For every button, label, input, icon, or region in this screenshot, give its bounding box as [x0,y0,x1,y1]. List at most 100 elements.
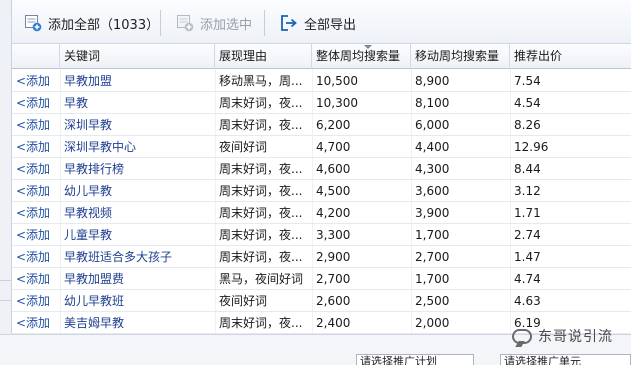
table-row: <添加 早教排行榜 周末好词，夜... 4,600 4,300 8.44 [12,158,631,180]
add-selected-icon [177,15,194,32]
table-row: <添加 深圳早教中心 夜间好词 4,700 4,400 12.96 [12,136,631,158]
export-all-label: 全部导出 [304,17,357,33]
add-keyword-link[interactable]: <添加 [16,202,60,224]
mobile-volume-cell: 2,500 [415,294,450,308]
column-header-action [12,44,60,69]
add-keyword-link[interactable]: <添加 [16,180,60,202]
chat-bubble-icon [512,328,532,344]
keyword-cell: 幼儿早教 [64,184,113,198]
reason-cell: 周末好词，夜... [219,96,303,110]
reason-cell: 移动黑马，周... [219,74,303,88]
reason-cell: 周末好词，夜... [219,228,303,242]
total-volume-cell: 6,200 [316,118,351,132]
total-volume-cell: 4,200 [316,206,351,220]
bid-cell: 12.96 [514,140,549,154]
total-volume-cell: 2,900 [316,250,351,264]
keyword-cell: 儿童早教 [64,228,113,242]
bid-cell: 4.54 [514,96,541,110]
keyword-cell: 深圳早教 [64,118,113,132]
add-keyword-link[interactable]: <添加 [16,312,60,334]
add-keyword-link[interactable]: <添加 [16,158,60,180]
reason-cell: 周末好词，夜... [219,206,303,220]
table-row: <添加 早教加盟费 黑马，夜间好词 2,700 1,700 4.74 [12,268,631,290]
toolbar-separator [160,10,161,36]
mobile-volume-cell: 3,900 [415,206,450,220]
add-keyword-link[interactable]: <添加 [16,114,60,136]
bid-cell: 3.12 [514,184,541,198]
mobile-volume-cell: 6,000 [415,118,450,132]
add-keyword-link[interactable]: <添加 [16,70,60,92]
total-volume-cell: 10,300 [316,96,358,110]
keyword-cell: 深圳早教中心 [64,140,137,154]
export-icon [281,15,297,31]
toolbar: 添加全部（1033） 添加选中 全部导出 [12,0,631,44]
mobile-volume-cell: 8,900 [415,74,450,88]
reason-cell: 黑马，夜间好词 [219,272,304,286]
add-keyword-link[interactable]: <添加 [16,92,60,114]
keyword-cell: 早教排行榜 [64,162,125,176]
add-keyword-link[interactable]: <添加 [16,136,60,158]
bid-cell: 7.54 [514,74,541,88]
toolbar-separator [264,10,265,36]
add-all-button[interactable]: 添加全部（1033） [18,10,165,36]
add-keyword-link[interactable]: <添加 [16,290,60,312]
reason-cell: 周末好词，夜... [219,250,303,264]
bid-cell: 1.47 [514,250,541,264]
column-header-mobile-volume[interactable]: 移动周均搜索量 [411,44,510,69]
add-keyword-link[interactable]: <添加 [16,246,60,268]
reason-cell: 周末好词，夜... [219,316,303,330]
keyword-cell: 幼儿早教班 [64,294,125,308]
table-row: <添加 早教班适合多大孩子 周末好词，夜... 2,900 2,700 1.47 [12,246,631,268]
bid-cell: 8.26 [514,118,541,132]
mobile-volume-cell: 8,100 [415,96,450,110]
add-selected-label: 添加选中 [200,17,253,33]
keyword-cell: 早教 [64,96,89,110]
table-row: <添加 儿童早教 周末好词，夜... 3,300 1,700 2.74 [12,224,631,246]
column-header-bid[interactable]: 推荐出价 [510,44,631,69]
total-volume-cell: 2,600 [316,294,351,308]
total-volume-cell: 2,400 [316,316,351,330]
mobile-volume-cell: 2,700 [415,250,450,264]
table-row: <添加 早教 周末好词，夜... 10,300 8,100 4.54 [12,92,631,114]
total-volume-cell: 4,600 [316,162,351,176]
bid-cell: 1.71 [514,206,541,220]
keyword-cell: 早教视频 [64,206,113,220]
adgroup-select[interactable]: 请选择推广单元 [500,354,631,365]
mobile-volume-cell: 2,000 [415,316,450,330]
left-panel-divider [0,280,12,281]
total-volume-cell: 4,500 [316,184,351,198]
keyword-cell: 早教加盟 [64,74,113,88]
add-keyword-link[interactable]: <添加 [16,224,60,246]
watermark: 东哥说引流 [512,326,613,346]
column-header-total-volume[interactable]: 整体周均搜索量 [312,44,411,69]
keyword-cell: 早教班适合多大孩子 [64,250,173,264]
keyword-cell: 美吉姆早教 [64,316,125,330]
table-row: <添加 幼儿早教 周末好词，夜... 4,500 3,600 3.12 [12,180,631,202]
table-row: <添加 早教视频 周末好词，夜... 4,200 3,900 1.71 [12,202,631,224]
reason-cell: 周末好词，夜... [219,162,303,176]
add-keyword-link[interactable]: <添加 [16,268,60,290]
column-header-reason[interactable]: 展现理由 [215,44,312,69]
export-all-button[interactable]: 全部导出 [274,10,362,36]
add-all-label: 添加全部（1033） [48,17,160,33]
table-row: <添加 幼儿早教班 夜间好词 2,600 2,500 4.63 [12,290,631,312]
bid-cell: 4.63 [514,294,541,308]
table-row: <添加 早教加盟 移动黑马，周... 10,500 8,900 7.54 [12,70,631,92]
reason-cell: 夜间好词 [219,140,268,154]
bid-cell: 2.74 [514,228,541,242]
add-all-icon [25,15,42,32]
add-selected-button[interactable]: 添加选中 [170,10,258,36]
table-header: 关键词 展现理由 整体周均搜索量 移动周均搜索量 推荐出价 [12,44,631,69]
total-volume-cell: 4,700 [316,140,351,154]
mobile-volume-cell: 1,700 [415,272,450,286]
left-panel-edge [0,0,12,365]
mobile-volume-cell: 3,600 [415,184,450,198]
total-volume-cell: 2,700 [316,272,351,286]
sort-descending-icon [364,45,372,49]
campaign-select[interactable]: 请选择推广计划 [356,354,474,365]
column-header-keyword[interactable]: 关键词 [60,44,215,69]
mobile-volume-cell: 1,700 [415,228,450,242]
reason-cell: 周末好词，夜... [219,184,303,198]
reason-cell: 夜间好词 [219,294,268,308]
mobile-volume-cell: 4,300 [415,162,450,176]
